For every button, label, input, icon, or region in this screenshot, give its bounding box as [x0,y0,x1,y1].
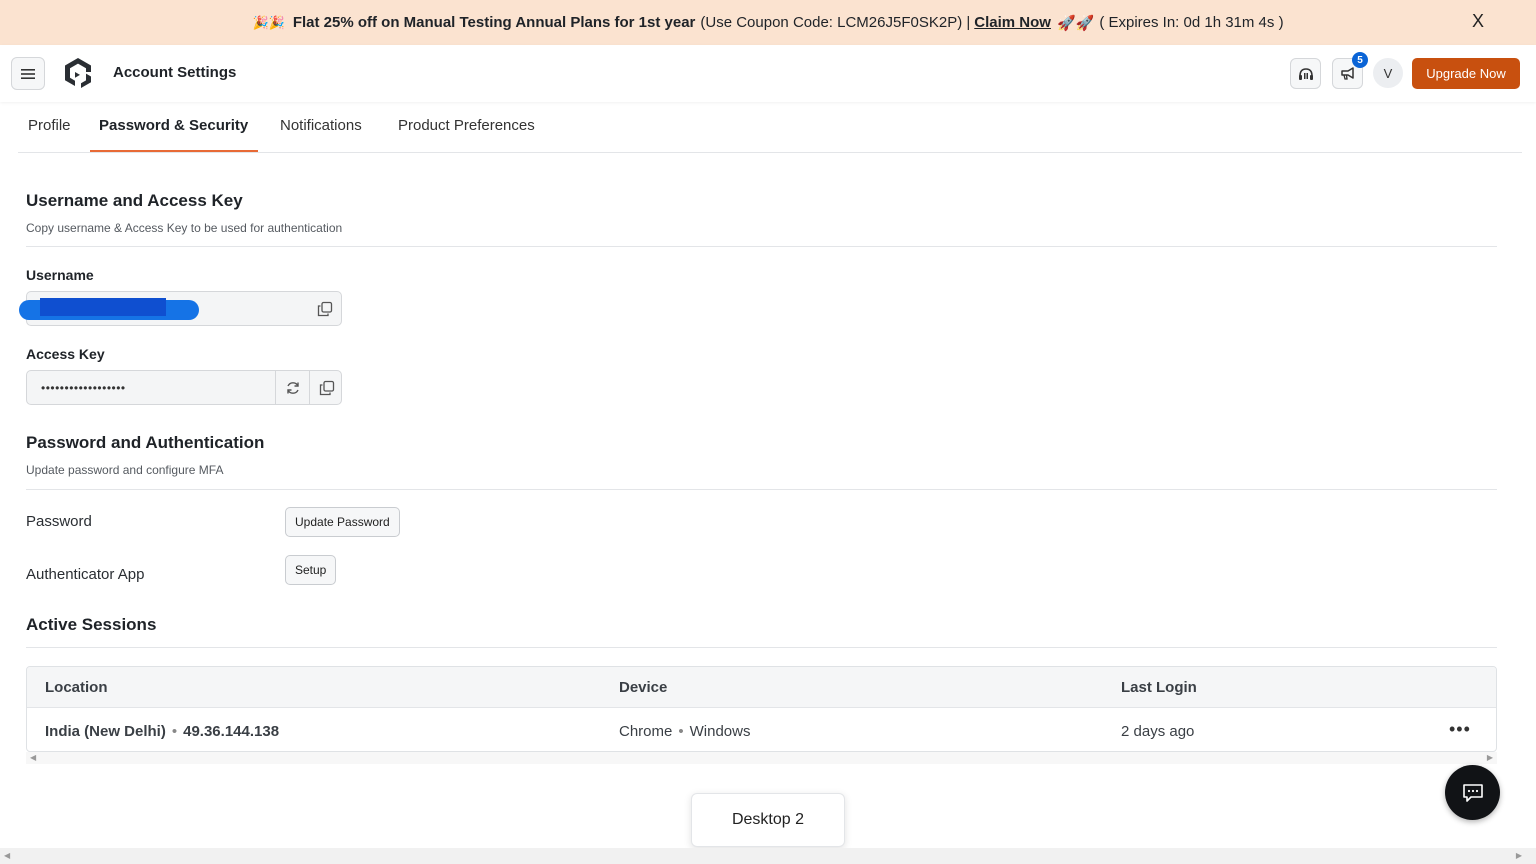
promo-banner: 🎉🎉 Flat 25% off on Manual Testing Annual… [0,0,1536,45]
copy-icon [317,301,333,316]
sessions-divider [26,647,1497,648]
announcements-button[interactable]: 5 [1332,52,1368,89]
update-password-button[interactable]: Update Password [285,507,400,537]
session-ip: 49.36.144.138 [183,723,280,740]
support-button[interactable] [1290,58,1321,89]
chat-icon [1462,783,1483,802]
password-divider [26,489,1497,490]
refresh-icon [286,381,299,394]
setup-authenticator-button[interactable]: Setup [285,555,337,585]
copy-access-key-button[interactable] [309,371,343,404]
password-section-subtitle: Update password and configure MFA [26,463,224,477]
access-divider [26,246,1497,247]
party-emoji: 🎉🎉 [252,14,285,30]
authenticator-app-label: Authenticator App [26,566,145,583]
copy-icon [319,380,334,395]
megaphone-icon [1340,67,1354,80]
access-section-title: Username and Access Key [26,191,243,210]
scroll-right-icon[interactable]: ▶ [1487,753,1493,762]
scroll-left-icon[interactable]: ◀ [4,851,10,860]
table-header: Location Device Last Login [27,667,1496,708]
close-banner-button[interactable]: X [1472,11,1484,32]
access-key-label: Access Key [26,346,105,362]
promo-headline: Flat 25% off on Manual Testing Annual Pl… [292,14,696,31]
regenerate-access-key-button[interactable] [275,371,309,404]
password-label: Password [26,513,92,530]
scroll-right-icon[interactable]: ▶ [1516,851,1522,860]
session-more-options-icon[interactable]: ••• [1449,719,1471,740]
active-sessions-title: Active Sessions [26,615,157,634]
hamburger-icon [21,68,35,79]
access-section-subtitle: Copy username & Access Key to be used fo… [26,221,343,235]
password-section-title: Password and Authentication [26,433,265,452]
session-location: India (New Delhi) • 49.36.144.138 [45,723,280,740]
promo-expiry: ( Expires In: 0d 1h 31m 4s ) [1099,14,1284,31]
brand-logo-icon[interactable] [60,55,96,91]
tab-notifications[interactable]: Notifications [280,117,362,134]
menu-button[interactable] [11,57,45,90]
scroll-left-icon[interactable]: ◀ [30,753,36,762]
table-horizontal-scrollbar[interactable]: ◀ ▶ [26,752,1497,764]
user-avatar[interactable]: V [1373,58,1403,88]
tab-password-security[interactable]: Password & Security [99,117,248,134]
headset-icon [1298,67,1313,80]
promo-coupon: (Use Coupon Code: LCM26J5F0SK2P) | [700,14,971,31]
chat-support-button[interactable] [1445,765,1500,820]
redaction-box [40,298,166,316]
access-key-field[interactable]: •••••••••••••••••• [26,370,342,405]
column-header-location: Location [45,679,108,696]
desktop-switcher-tooltip: Desktop 2 [691,793,845,847]
copy-username-button[interactable] [308,292,342,325]
active-sessions-table: Location Device Last Login India (New De… [26,666,1497,752]
settings-tabs: Profile Password & Security Notification… [18,102,1522,153]
tab-product-preferences[interactable]: Product Preferences [398,117,535,134]
column-header-device: Device [619,679,668,696]
claim-now-link[interactable]: Claim Now [974,14,1051,31]
active-tab-indicator [90,150,258,152]
session-device: Chrome • Windows [619,723,751,740]
username-label: Username [26,267,94,283]
page-horizontal-scrollbar[interactable]: ◀ ▶ [0,848,1536,864]
notification-count-badge: 5 [1352,52,1368,68]
tab-profile[interactable]: Profile [28,117,71,134]
rocket-emoji: 🚀🚀 [1056,14,1095,32]
upgrade-now-button[interactable]: Upgrade Now [1412,58,1520,89]
session-last-login: 2 days ago [1121,723,1195,740]
access-key-value: •••••••••••••••••• [41,381,126,395]
top-bar: Account Settings 5 V Upgrade Now [0,45,1536,102]
column-header-last-login: Last Login [1121,679,1197,696]
page-title: Account Settings [113,64,237,81]
